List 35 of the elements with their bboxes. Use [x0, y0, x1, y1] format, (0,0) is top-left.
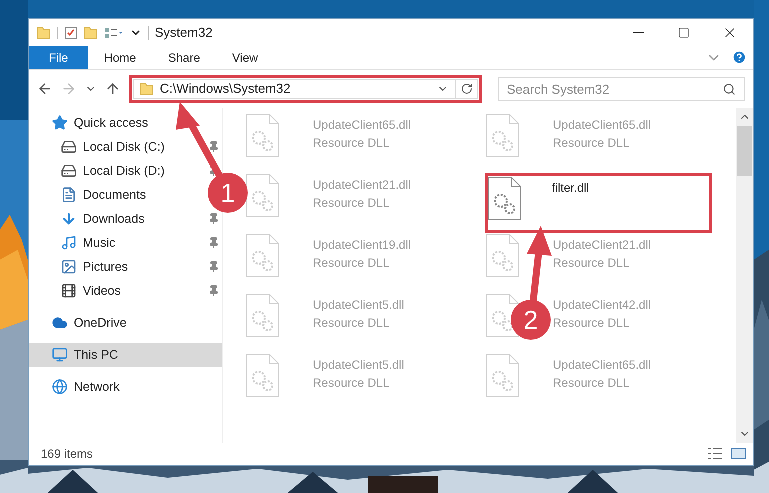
file-name: UpdateClient5.dll — [313, 297, 404, 314]
address-path: C:\Windows\System32 — [160, 80, 291, 98]
file-type: Resource DLL — [553, 375, 631, 392]
file-name: UpdateClient65.dll — [553, 357, 652, 374]
sidebar-item[interactable]: Network — [29, 375, 222, 399]
sidebar-item[interactable]: Downloads — [61, 207, 149, 231]
sidebar-item[interactable]: Videos — [61, 279, 125, 303]
sidebar-item[interactable]: Music — [61, 231, 120, 255]
sidebar-item[interactable]: Documents — [61, 183, 150, 207]
file-type: Resource DLL — [553, 255, 631, 272]
sidebar-item[interactable]: Pictures — [61, 255, 132, 279]
window-title: System32 — [155, 24, 213, 42]
file-name: filter.dll — [552, 180, 590, 197]
sidebar-item[interactable]: Quick access — [29, 111, 222, 135]
file-type: Resource DLL — [313, 375, 391, 392]
file-type: Resource DLL — [313, 135, 391, 152]
file-name: UpdateClient5.dll — [313, 357, 404, 374]
file-name: UpdateClient19.dll — [313, 237, 412, 254]
sidebar-item[interactable]: Local Disk (D:) — [61, 159, 169, 183]
sidebar-item[interactable]: Local Disk (C:) — [61, 135, 169, 159]
file-type: Resource DLL — [313, 195, 391, 212]
sidebar-item[interactable]: OneDrive — [29, 311, 222, 335]
file-type: Resource DLL — [313, 315, 391, 332]
file-type: Resource DLL — [553, 315, 631, 332]
sidebar-item[interactable]: This PC — [29, 343, 222, 367]
file-name: UpdateClient65.dll — [553, 117, 652, 134]
ribbon-tab[interactable]: File — [29, 46, 88, 69]
item-count: 169 items — [41, 446, 94, 463]
file-name: UpdateClient42.dll — [553, 297, 652, 314]
address-field[interactable]: C:\Windows\System32 — [133, 79, 478, 99]
file-type: Resource DLL — [313, 255, 391, 272]
file-name: UpdateClient21.dll — [313, 177, 412, 194]
file-type: Resource DLL — [553, 135, 631, 152]
file-name: UpdateClient65.dll — [313, 117, 412, 134]
file-name: UpdateClient21.dll — [553, 237, 652, 254]
